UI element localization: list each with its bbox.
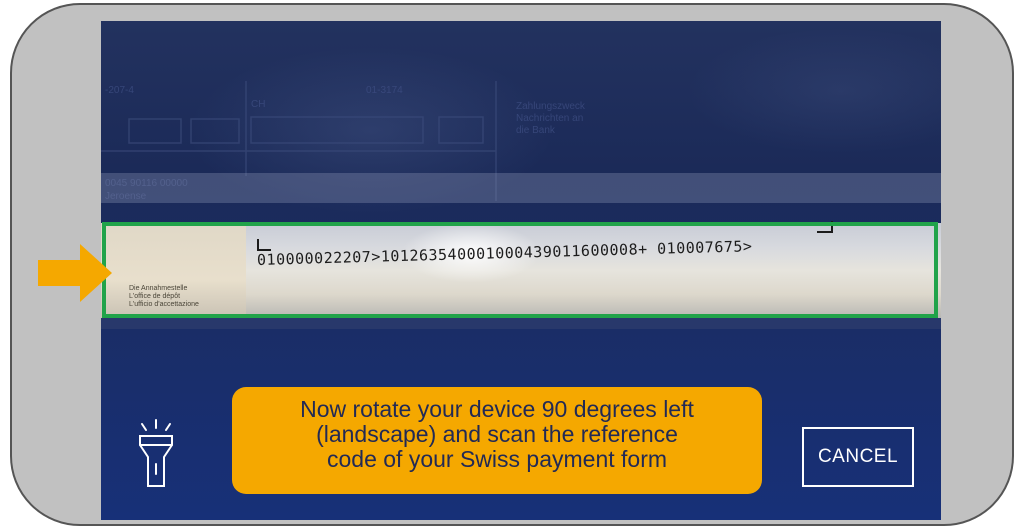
instruction-banner: Now rotate your device 90 degrees left (… [232, 387, 762, 494]
svg-text:01-3174: 01-3174 [366, 85, 403, 96]
instruction-line: Now rotate your device 90 degrees left [300, 396, 694, 422]
instruction-line: (landscape) and scan the reference [316, 421, 678, 447]
cancel-button[interactable]: CANCEL [802, 427, 914, 487]
svg-text:Zahlungszweck: Zahlungszweck [516, 101, 586, 112]
flashlight-icon [139, 419, 173, 487]
scan-area-frame [102, 222, 938, 318]
instruction-line: code of your Swiss payment form [326, 446, 668, 472]
svg-text:Nachrichten an: Nachrichten an [516, 113, 583, 124]
arrow-right-icon [38, 244, 112, 302]
flashlight-button[interactable] [134, 418, 178, 490]
svg-text:-207-4: -207-4 [105, 85, 134, 96]
svg-text:CH: CH [251, 99, 265, 110]
svg-text:die Bank: die Bank [516, 125, 556, 136]
